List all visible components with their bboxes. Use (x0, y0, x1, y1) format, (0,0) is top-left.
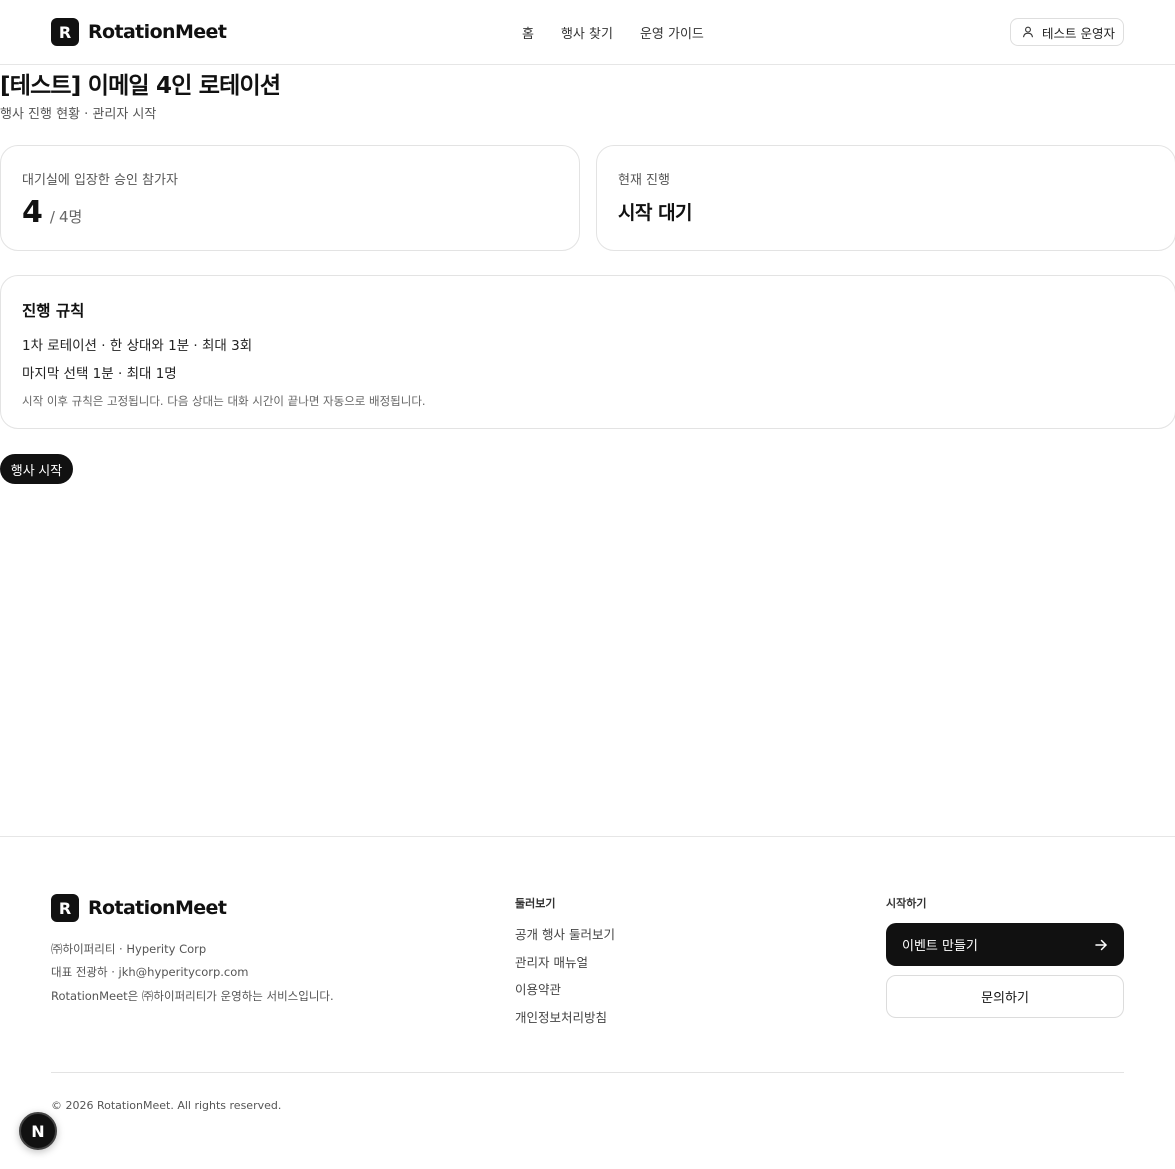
dev-tools-badge[interactable]: N (19, 1112, 57, 1150)
link-public-events[interactable]: 공개 행사 둘러보기 (515, 924, 615, 943)
link-admin-manual[interactable]: 관리자 매뉴얼 (515, 952, 588, 971)
site-header: R RotationMeet 홈 행사 찾기 운영 가이드 테스트 운영자 (0, 0, 1175, 65)
contact-label: 문의하기 (981, 991, 1029, 1006)
nav-find-events[interactable]: 행사 찾기 (561, 23, 613, 42)
page-title: [테스트] 이메일 4인 로테이션 (0, 73, 281, 99)
contact-button[interactable]: 문의하기 (886, 975, 1124, 1018)
create-event-label: 이벤트 만들기 (902, 939, 978, 954)
link-privacy[interactable]: 개인정보처리방침 (515, 1007, 607, 1026)
user-label: 테스트 운영자 (1042, 25, 1115, 41)
create-event-button[interactable]: 이벤트 만들기 (886, 923, 1124, 966)
start-heading: 시작하기 (886, 897, 927, 910)
footer-logo[interactable]: R RotationMeet (51, 894, 227, 922)
status-label: 현재 진행 (618, 173, 670, 188)
user-menu-button[interactable]: 테스트 운영자 (1010, 18, 1124, 46)
copyright: © 2026 RotationMeet. All rights reserved… (51, 1099, 282, 1112)
participants-count-separator: / (49, 208, 55, 226)
company-description: RotationMeet은 ㈜하이퍼리티가 운영하는 서비스입니다. (51, 989, 334, 1003)
participants-count: 4 / 4명 (22, 195, 82, 230)
start-event-button[interactable]: 행사 시작 (0, 454, 73, 484)
nav-operation-guide[interactable]: 운영 가이드 (640, 23, 704, 42)
rules-rotation: 1차 로테이션 · 한 상대와 1분 · 최대 3회 (22, 338, 253, 354)
link-terms[interactable]: 이용약관 (515, 979, 561, 998)
nav-home[interactable]: 홈 (522, 23, 534, 42)
arrow-right-icon (1095, 939, 1107, 950)
logo-mark: R (51, 18, 79, 46)
participants-count-value: 4 (22, 195, 43, 230)
status-value: 시작 대기 (618, 202, 693, 224)
participants-count-total: 4명 (58, 208, 83, 226)
page-subtitle: 행사 진행 현황 · 관리자 시작 (0, 107, 157, 122)
footer-brand-name: RotationMeet (88, 897, 227, 919)
rules-final-choice: 마지막 선택 1분 · 최대 1명 (22, 366, 177, 382)
brand-name: RotationMeet (88, 21, 227, 43)
site-footer: R RotationMeet ㈜하이퍼리티 · Hyperity Corp 대표… (0, 836, 1175, 1169)
footer-logo-mark: R (51, 894, 79, 922)
company-contact: 대표 전광하 · jkh@hyperitycorp.com (51, 965, 249, 979)
company-name: ㈜하이퍼리티 · Hyperity Corp (51, 942, 207, 956)
footer-divider (51, 1072, 1124, 1073)
rules-note: 시작 이후 규칙은 고정됩니다. 다음 상대는 대화 시간이 끝나면 자동으로 … (22, 394, 426, 408)
browse-heading: 둘러보기 (515, 897, 556, 910)
user-icon (1022, 26, 1034, 38)
dev-badge-letter: N (31, 1121, 45, 1141)
header-logo[interactable]: R RotationMeet (51, 18, 227, 46)
rules-card: 진행 규칙 1차 로테이션 · 한 상대와 1분 · 최대 3회 마지막 선택 … (0, 275, 1175, 429)
participants-label: 대기실에 입장한 승인 참가자 (22, 173, 178, 188)
participants-card: 대기실에 입장한 승인 참가자 4 / 4명 (0, 145, 580, 251)
rules-title: 진행 규칙 (22, 302, 85, 320)
status-card: 현재 진행 시작 대기 (596, 145, 1175, 251)
main-nav: 홈 행사 찾기 운영 가이드 (522, 23, 704, 42)
